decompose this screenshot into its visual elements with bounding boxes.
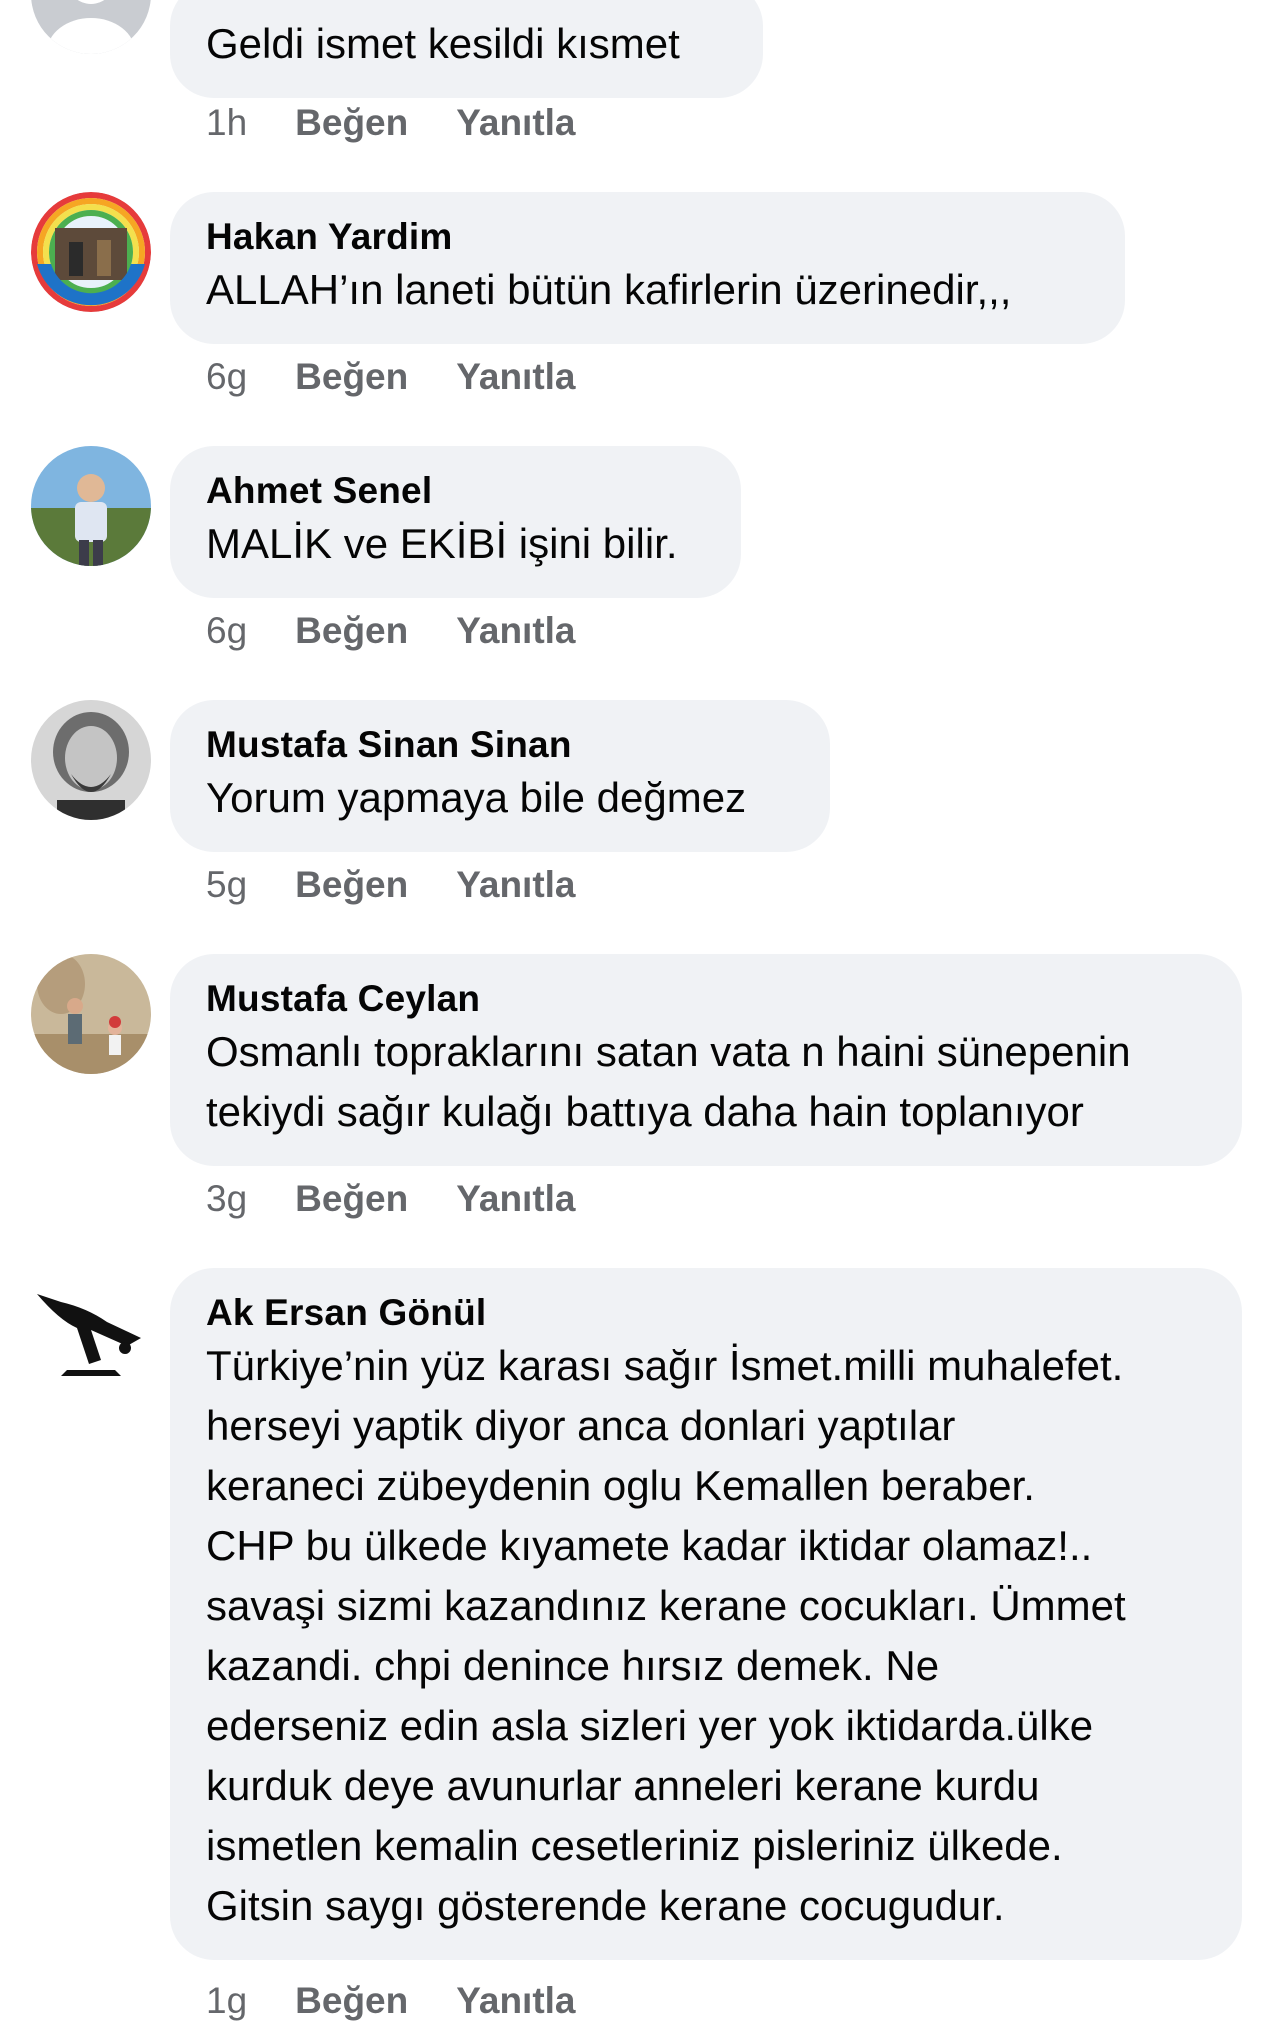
comment-actions: 1g Beğen Yanıtla <box>206 1977 576 2025</box>
comment-actions: 3g Beğen Yanıtla <box>206 1175 576 1223</box>
comment-time[interactable]: 6g <box>206 607 247 655</box>
comment-time[interactable]: 3g <box>206 1175 247 1223</box>
comment-bubble[interactable]: Ahmet Senel MALİK ve EKİBİ işini bilir. <box>170 446 741 598</box>
comment-text: Yorum yapmaya bile değmez <box>206 774 747 821</box>
comment-text: MALİK ve EKİBİ işini bilir. <box>206 520 678 567</box>
comment-actions: 6g Beğen Yanıtla <box>206 353 576 401</box>
avatar[interactable] <box>31 1268 151 1388</box>
comment-time[interactable]: 5g <box>206 861 247 909</box>
comment-actions: 6g Beğen Yanıtla <box>206 607 576 655</box>
profile-photo <box>31 446 151 566</box>
comment-bubble[interactable]: Hakan Yardim ALLAH’ın laneti bütün kafir… <box>170 192 1125 344</box>
like-button[interactable]: Beğen <box>295 607 408 655</box>
profile-photo <box>31 700 151 820</box>
reply-button[interactable]: Yanıtla <box>456 861 575 909</box>
comment-author[interactable]: Hakan Yardim <box>206 214 1089 260</box>
like-button[interactable]: Beğen <box>295 353 408 401</box>
comment-actions: 5g Beğen Yanıtla <box>206 861 576 909</box>
reply-button[interactable]: Yanıtla <box>456 1977 575 2025</box>
avatar[interactable] <box>31 700 151 820</box>
comment-time[interactable]: 1g <box>206 1977 247 2025</box>
comment-text: Geldi ismet kesildi kısmet <box>206 20 680 67</box>
comment-bubble[interactable]: Mustafa Ceylan Osmanlı topraklarını sata… <box>170 954 1242 1166</box>
comment-bubble[interactable]: Geldi ismet kesildi kısmet <box>170 0 763 98</box>
comment-time[interactable]: 1h <box>206 99 247 147</box>
reply-button[interactable]: Yanıtla <box>456 1175 575 1223</box>
reply-button[interactable]: Yanıtla <box>456 99 575 147</box>
default-profile-icon <box>31 0 151 54</box>
comment-author[interactable]: Mustafa Sinan Sinan <box>206 722 794 768</box>
comment-actions: 1h Beğen Yanıtla <box>206 99 576 147</box>
comment-bubble[interactable]: Mustafa Sinan Sinan Yorum yapmaya bile d… <box>170 700 830 852</box>
like-button[interactable]: Beğen <box>295 99 408 147</box>
comment-text: Türkiye’nin yüz karası sağır İsmet.milli… <box>206 1342 1126 1929</box>
comment-bubble[interactable]: Ak Ersan Gönül Türkiye’nin yüz karası sa… <box>170 1268 1242 1960</box>
profile-photo-vaccine-frame <box>31 192 151 312</box>
like-button[interactable]: Beğen <box>295 1977 408 2025</box>
comment-text: ALLAH’ın laneti bütün kafirlerin üzerine… <box>206 266 1012 313</box>
comment-author[interactable]: Ak Ersan Gönül <box>206 1290 1206 1336</box>
comment-author[interactable]: Ahmet Senel <box>206 468 705 514</box>
comment-author[interactable]: Mustafa Ceylan <box>206 976 1206 1022</box>
avatar[interactable] <box>31 954 151 1074</box>
profile-photo <box>31 954 151 1074</box>
reply-button[interactable]: Yanıtla <box>456 607 575 655</box>
comment-text: Osmanlı topraklarını satan vata n haini … <box>206 1028 1131 1135</box>
avatar[interactable] <box>31 446 151 566</box>
reply-button[interactable]: Yanıtla <box>456 353 575 401</box>
like-button[interactable]: Beğen <box>295 861 408 909</box>
avatar[interactable] <box>31 0 151 54</box>
like-button[interactable]: Beğen <box>295 1175 408 1223</box>
logo-figure-icon <box>31 1268 151 1388</box>
comment-time[interactable]: 6g <box>206 353 247 401</box>
avatar[interactable] <box>31 192 151 312</box>
